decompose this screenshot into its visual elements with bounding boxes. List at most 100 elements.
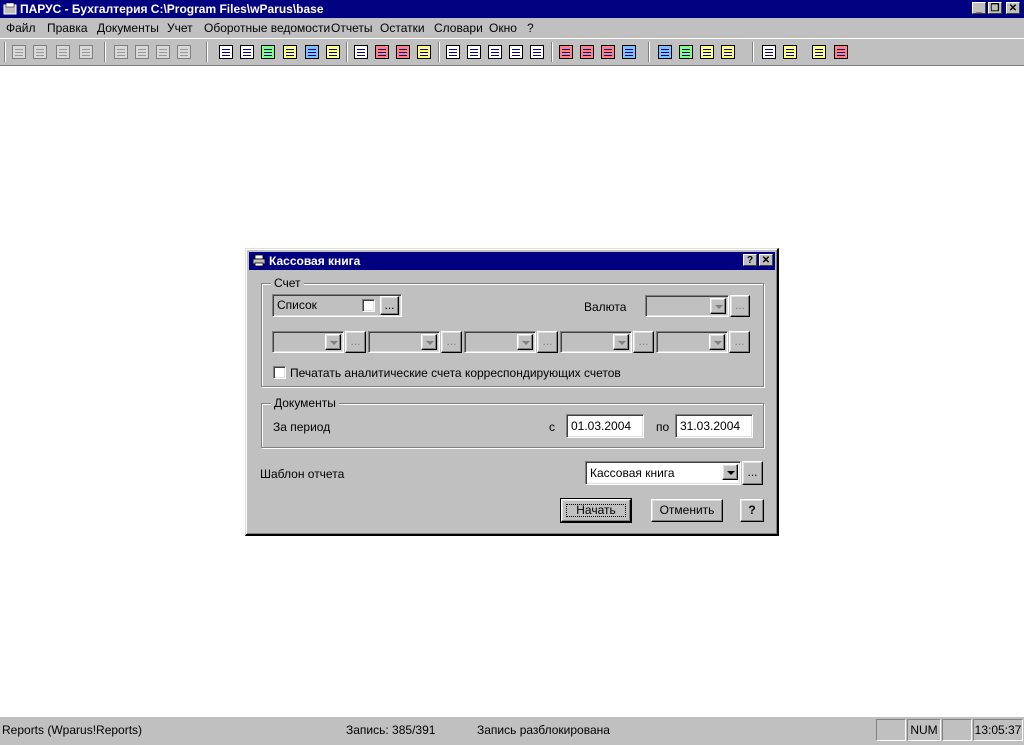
edit-doc-icon[interactable] <box>54 43 72 61</box>
menu-dictionaries[interactable]: Словари <box>434 21 483 35</box>
start-button[interactable]: Начать <box>560 498 632 523</box>
subaccount-4-select[interactable] <box>560 331 632 353</box>
period-from-input[interactable]: 01.03.2004 <box>566 414 644 438</box>
filter-icon[interactable] <box>112 43 130 61</box>
dialog-title-bar: Кассовая книга ? ✕ <box>249 252 775 270</box>
rates-icon[interactable] <box>394 43 412 61</box>
dialog-close-button[interactable]: ✕ <box>759 254 773 266</box>
doc-report-1-icon[interactable] <box>415 43 433 61</box>
help-icon[interactable] <box>781 43 799 61</box>
copy-doc-icon[interactable] <box>31 43 49 61</box>
balance-1-icon[interactable] <box>528 43 546 61</box>
status-scroll-panel <box>942 719 972 741</box>
dialog-help-button[interactable]: ? <box>743 254 757 266</box>
menu-help[interactable]: ? <box>527 21 534 35</box>
people-icon[interactable] <box>656 43 674 61</box>
currency-dropdown-arrow[interactable] <box>710 298 726 314</box>
journal-icon[interactable] <box>303 43 321 61</box>
menu-balances[interactable]: Остатки <box>380 21 425 35</box>
menu-reports[interactable]: Отчеты <box>331 21 372 35</box>
organizations-icon[interactable] <box>677 43 695 61</box>
subaccount-3-dropdown-arrow[interactable] <box>517 334 533 350</box>
menu-file[interactable]: Файл <box>6 21 36 35</box>
cards-icon[interactable] <box>238 43 256 61</box>
template-label: Шаблон отчета <box>260 467 345 481</box>
period-to-input[interactable]: 31.03.2004 <box>675 414 753 438</box>
entries-icon[interactable] <box>373 43 391 61</box>
template-browse-button[interactable]: ... <box>742 461 763 485</box>
toolbar-separator <box>551 42 553 62</box>
subaccount-4-dropdown-arrow[interactable] <box>613 334 629 350</box>
subaccount-2-browse-button[interactable]: ... <box>441 331 462 353</box>
status-num-panel: NUM <box>907 719 941 741</box>
operations-icon[interactable] <box>352 43 370 61</box>
doc-report-4-icon[interactable] <box>486 43 504 61</box>
currency-select[interactable] <box>645 295 729 317</box>
subaccount-3-select[interactable] <box>464 331 536 353</box>
app-title: ПАРУС - Бухгалтерия C:\Program Files\wPa… <box>20 2 324 16</box>
subaccount-2-dropdown-arrow[interactable] <box>421 334 437 350</box>
account-group: Счет Список ... Валюта ... ... ... ... .… <box>261 276 764 387</box>
account-list-browse-button[interactable]: ... <box>380 296 399 315</box>
menu-turnover-sheets[interactable]: Оборотные ведомости <box>204 21 330 35</box>
status-lock: Запись разблокирована <box>477 723 610 737</box>
subaccount-5-dropdown-arrow[interactable] <box>709 334 725 350</box>
exit-icon[interactable] <box>832 43 850 61</box>
app-icon <box>3 2 17 15</box>
toolbar-separator <box>438 42 440 62</box>
menu-edit[interactable]: Правка <box>47 21 88 35</box>
toolbar <box>0 38 1024 66</box>
status-module: Reports (Wparus!Reports) <box>2 723 143 737</box>
print-setup-icon[interactable] <box>175 43 193 61</box>
menu-window[interactable]: Окно <box>489 21 517 35</box>
calculator-icon[interactable] <box>719 43 737 61</box>
balance-3-icon[interactable] <box>578 43 596 61</box>
balance-2-icon[interactable] <box>557 43 575 61</box>
calendar-icon[interactable] <box>760 43 778 61</box>
analytics-icon[interactable] <box>259 43 277 61</box>
subaccount-1-dropdown-arrow[interactable] <box>325 334 341 350</box>
help-context-icon[interactable] <box>810 43 828 61</box>
doc-report-3-icon[interactable] <box>465 43 483 61</box>
subaccount-1-browse-button[interactable]: ... <box>345 331 366 353</box>
table-icon[interactable] <box>324 43 342 61</box>
toolbar-separator <box>104 42 106 62</box>
sort-icon[interactable] <box>133 43 151 61</box>
period-to-label: по <box>656 420 670 434</box>
currency-browse-button[interactable]: ... <box>730 295 750 317</box>
subaccount-2-select[interactable] <box>368 331 440 353</box>
delete-icon[interactable] <box>77 43 95 61</box>
help-button[interactable]: ? <box>740 499 764 522</box>
print-icon[interactable] <box>154 43 172 61</box>
subaccount-3-browse-button[interactable]: ... <box>537 331 558 353</box>
subaccount-4-browse-button[interactable]: ... <box>633 331 654 353</box>
accounts-icon[interactable] <box>217 43 235 61</box>
menu-documents[interactable]: Документы <box>97 21 159 35</box>
folder-icon[interactable] <box>281 43 299 61</box>
printer-icon <box>252 254 266 267</box>
subaccount-1-select[interactable] <box>272 331 344 353</box>
template-select[interactable]: Кассовая книга <box>585 461 741 485</box>
balance-4-icon[interactable] <box>599 43 617 61</box>
toolbar-separator <box>752 42 754 62</box>
close-button[interactable]: ✕ <box>1006 2 1020 14</box>
status-record: Запись: 385/391 <box>346 723 436 737</box>
restore-button[interactable]: ❐ <box>988 2 1002 14</box>
cancel-button[interactable]: Отменить <box>651 499 723 522</box>
doc-report-2-icon[interactable] <box>444 43 462 61</box>
currency-icon[interactable] <box>620 43 638 61</box>
print-analytics-checkbox[interactable] <box>273 366 286 379</box>
menu-accounting[interactable]: Учет <box>167 21 193 35</box>
status-caps-panel <box>876 719 906 741</box>
new-doc-icon[interactable] <box>10 43 28 61</box>
account-list-field: Список ... <box>272 294 402 317</box>
doc-report-5-icon[interactable] <box>507 43 525 61</box>
documents-group: Документы За период с 01.03.2004 по 31.0… <box>261 396 764 448</box>
currency-label: Валюта <box>584 300 627 314</box>
account-list-checkbox[interactable] <box>362 299 375 312</box>
template-dropdown-arrow[interactable] <box>722 464 738 480</box>
minimize-button[interactable]: _ <box>972 2 986 14</box>
subaccount-5-select[interactable] <box>656 331 728 353</box>
dictionary-icon[interactable] <box>698 43 716 61</box>
subaccount-5-browse-button[interactable]: ... <box>729 331 750 353</box>
